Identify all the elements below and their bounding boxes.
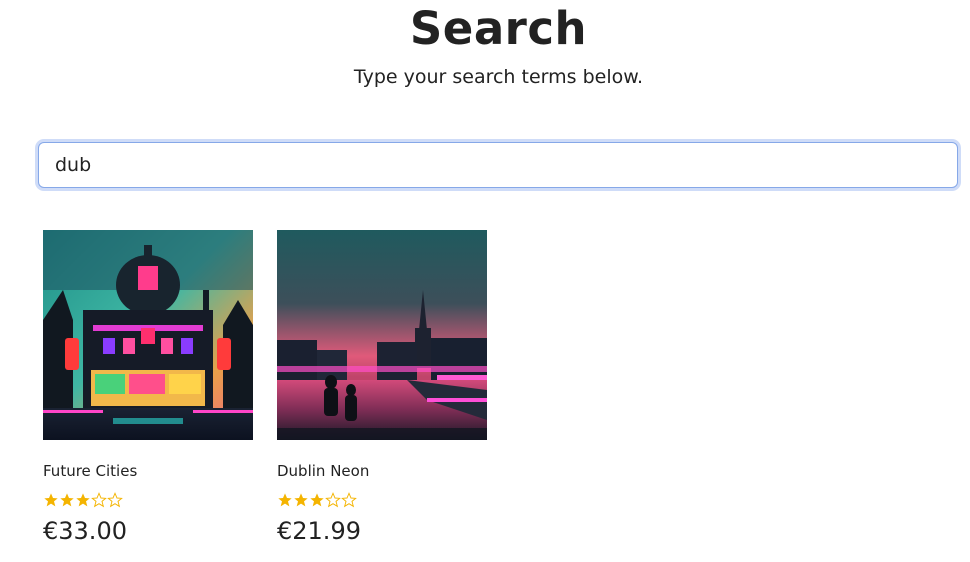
page-subtitle: Type your search terms below.: [353, 66, 644, 88]
product-price: €33.00: [43, 517, 127, 545]
star-filled-icon: [60, 493, 74, 507]
star-empty-icon: [91, 492, 107, 508]
star-filled-icon: [310, 493, 324, 507]
product-price: €21.99: [277, 517, 361, 545]
star-empty-icon: [341, 492, 357, 508]
rating-stars: [277, 492, 357, 510]
product-title[interactable]: Future Cities: [43, 462, 137, 480]
product-image[interactable]: [43, 230, 253, 440]
product-image[interactable]: [277, 230, 487, 440]
star-filled-icon: [278, 493, 292, 507]
page-title: Search: [409, 2, 588, 55]
search-page: Search Type your search terms below. dub…: [0, 0, 970, 562]
star-empty-icon: [325, 492, 341, 508]
search-input[interactable]: [38, 142, 958, 188]
star-filled-icon: [76, 493, 90, 507]
rating-stars: [43, 492, 123, 510]
star-filled-icon: [294, 493, 308, 507]
star-empty-icon: [107, 492, 123, 508]
product-card-future-cities[interactable]: Future Cities €33.00: [43, 230, 253, 545]
product-title[interactable]: Dublin Neon: [277, 462, 369, 480]
product-card-dublin-neon[interactable]: Dublin Neon €21.99: [277, 230, 487, 545]
star-filled-icon: [44, 493, 58, 507]
